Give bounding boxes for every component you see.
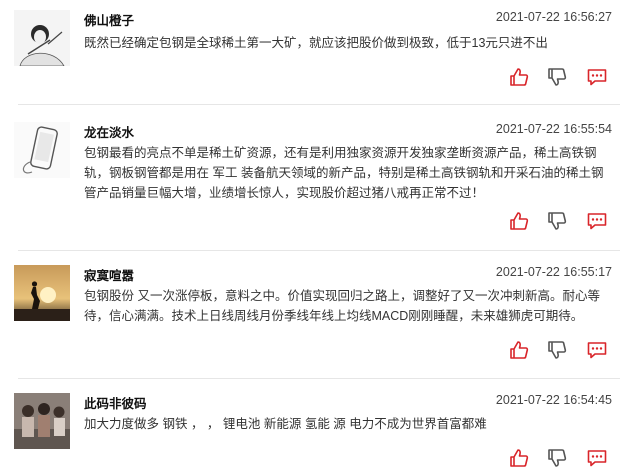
comment-bubble-icon (587, 213, 607, 230)
group-photo-icon (14, 393, 70, 449)
comment-bubble-icon (587, 69, 607, 86)
comment-content: 包钢股份 又一次涨停板，意料之中。价值实现回归之路上，调整好了又一次冲刺新高。耐… (84, 289, 600, 323)
comment-timestamp: 2021-07-22 16:56:27 (495, 10, 612, 24)
reply-button[interactable] (586, 210, 608, 232)
like-button[interactable] (508, 447, 530, 469)
thumbs-up-icon (510, 68, 529, 86)
dislike-button[interactable] (546, 66, 568, 88)
avatar[interactable] (14, 122, 70, 178)
divider (18, 250, 620, 251)
reply-button[interactable] (586, 339, 608, 361)
comment-actions (508, 447, 612, 469)
comment-actions (508, 66, 612, 88)
comment-actions (508, 210, 612, 232)
comment-actions (508, 339, 612, 361)
username[interactable]: 寂寞喧嚣 (84, 265, 134, 284)
avatar[interactable] (14, 10, 70, 66)
comment-timestamp: 2021-07-22 16:54:45 (495, 393, 612, 407)
dislike-button[interactable] (546, 447, 568, 469)
reply-button[interactable] (586, 66, 608, 88)
reply-button[interactable] (586, 447, 608, 469)
comment-bubble-icon (587, 450, 607, 467)
avatar[interactable] (14, 393, 70, 449)
thumbs-down-icon (548, 212, 567, 230)
username[interactable]: 佛山橙子 (84, 10, 134, 29)
thumbs-up-icon (510, 212, 529, 230)
thumbs-up-icon (510, 449, 529, 467)
like-button[interactable] (508, 210, 530, 232)
thumbs-down-icon (548, 341, 567, 359)
dislike-button[interactable] (546, 339, 568, 361)
comment-bubble-icon (587, 342, 607, 359)
divider (18, 104, 620, 105)
username[interactable]: 龙在淡水 (84, 122, 134, 141)
comment-content: 加大力度做多 钢铁 ， ， 锂电池 新能源 氢能 源 电力不成为世界首富都难 (84, 417, 487, 431)
like-button[interactable] (508, 66, 530, 88)
sketch-portrait-icon (14, 10, 70, 66)
comment-content: 既然已经确定包钢是全球稀土第一大矿，就应该把股价做到极致，低于13元只进不出 (84, 36, 548, 50)
username[interactable]: 此码非彼码 (84, 393, 147, 412)
thumbs-down-icon (548, 449, 567, 467)
sunset-silhouette-icon (14, 265, 70, 321)
comment-timestamp: 2021-07-22 16:55:17 (495, 265, 612, 279)
thumbs-up-icon (510, 341, 529, 359)
thumbs-down-icon (548, 68, 567, 86)
comment-content: 包钢最看的亮点不单是稀土矿资源，还有是利用独家资源开发独家垄断资源产品，稀土高铁… (84, 146, 604, 200)
comment-timestamp: 2021-07-22 16:55:54 (495, 122, 612, 136)
dislike-button[interactable] (546, 210, 568, 232)
phone-sketch-icon (14, 122, 70, 178)
avatar[interactable] (14, 265, 70, 321)
divider (18, 378, 620, 379)
like-button[interactable] (508, 339, 530, 361)
